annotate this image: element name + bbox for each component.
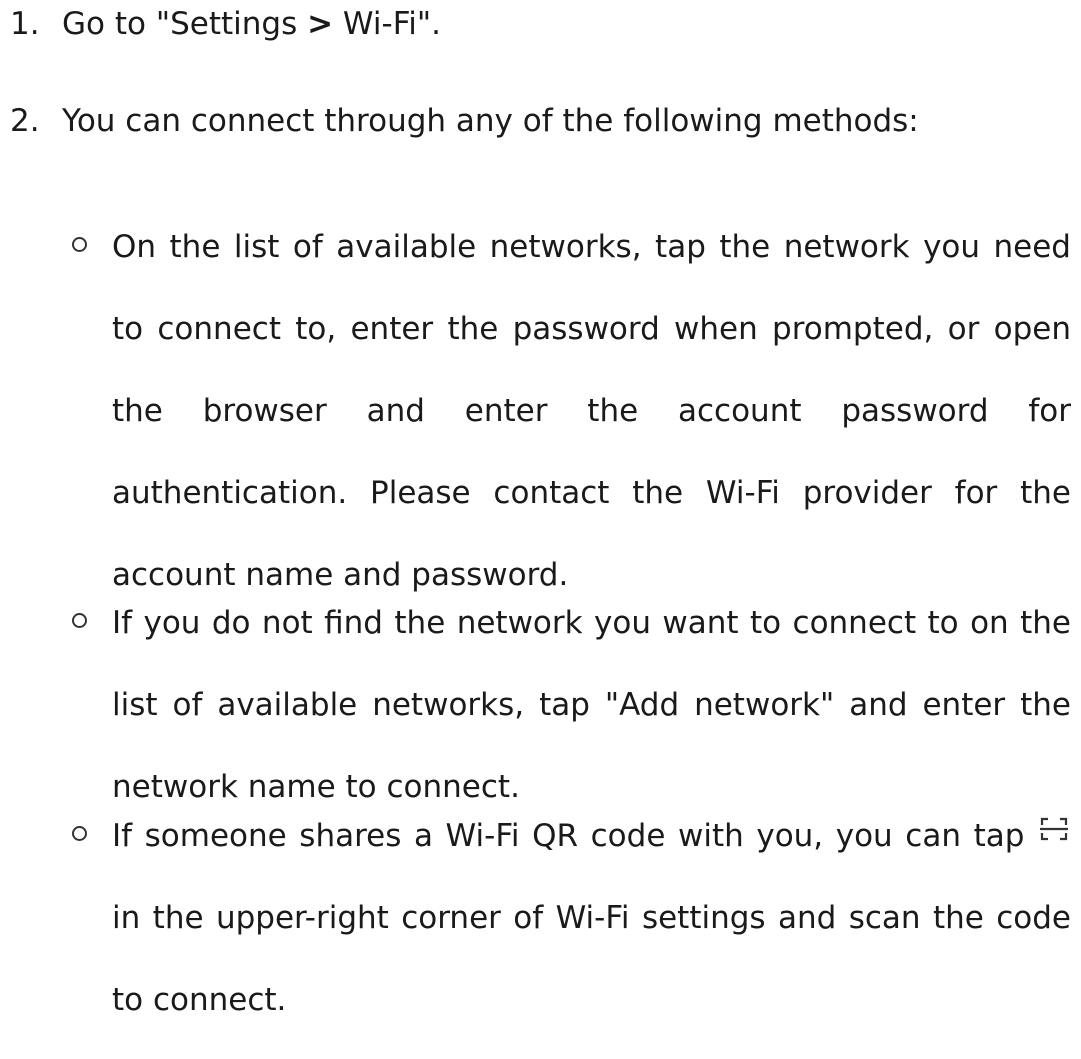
method-text: On the list of available networks, tap t…: [112, 229, 1071, 593]
step-number: 1.: [10, 6, 40, 42]
step-number: 2.: [10, 103, 40, 139]
bullet-circle-icon: [72, 237, 87, 252]
step-2: 2. You can connect through any of the fol…: [0, 99, 919, 143]
step-text: Go to "Settings: [62, 6, 308, 42]
step-text-end: Wi-Fi".: [333, 6, 442, 42]
method-text-start: If someone shares a Wi-Fi QR code with y…: [112, 818, 1037, 854]
method-text: If you do not find the network you want …: [112, 605, 1071, 805]
method-text: If someone shares a Wi-Fi QR code with y…: [112, 795, 1071, 1041]
bullet-circle-icon: [72, 613, 87, 628]
step-text: You can connect through any of the follo…: [62, 103, 919, 139]
step-1: 1. Go to "Settings > Wi-Fi".: [0, 2, 441, 46]
bullet-circle-icon: [72, 826, 87, 841]
scan-icon: [1039, 816, 1069, 842]
method-text-end: in the upper-right corner of Wi-Fi setti…: [112, 900, 1071, 1018]
path-separator: >: [307, 6, 334, 42]
